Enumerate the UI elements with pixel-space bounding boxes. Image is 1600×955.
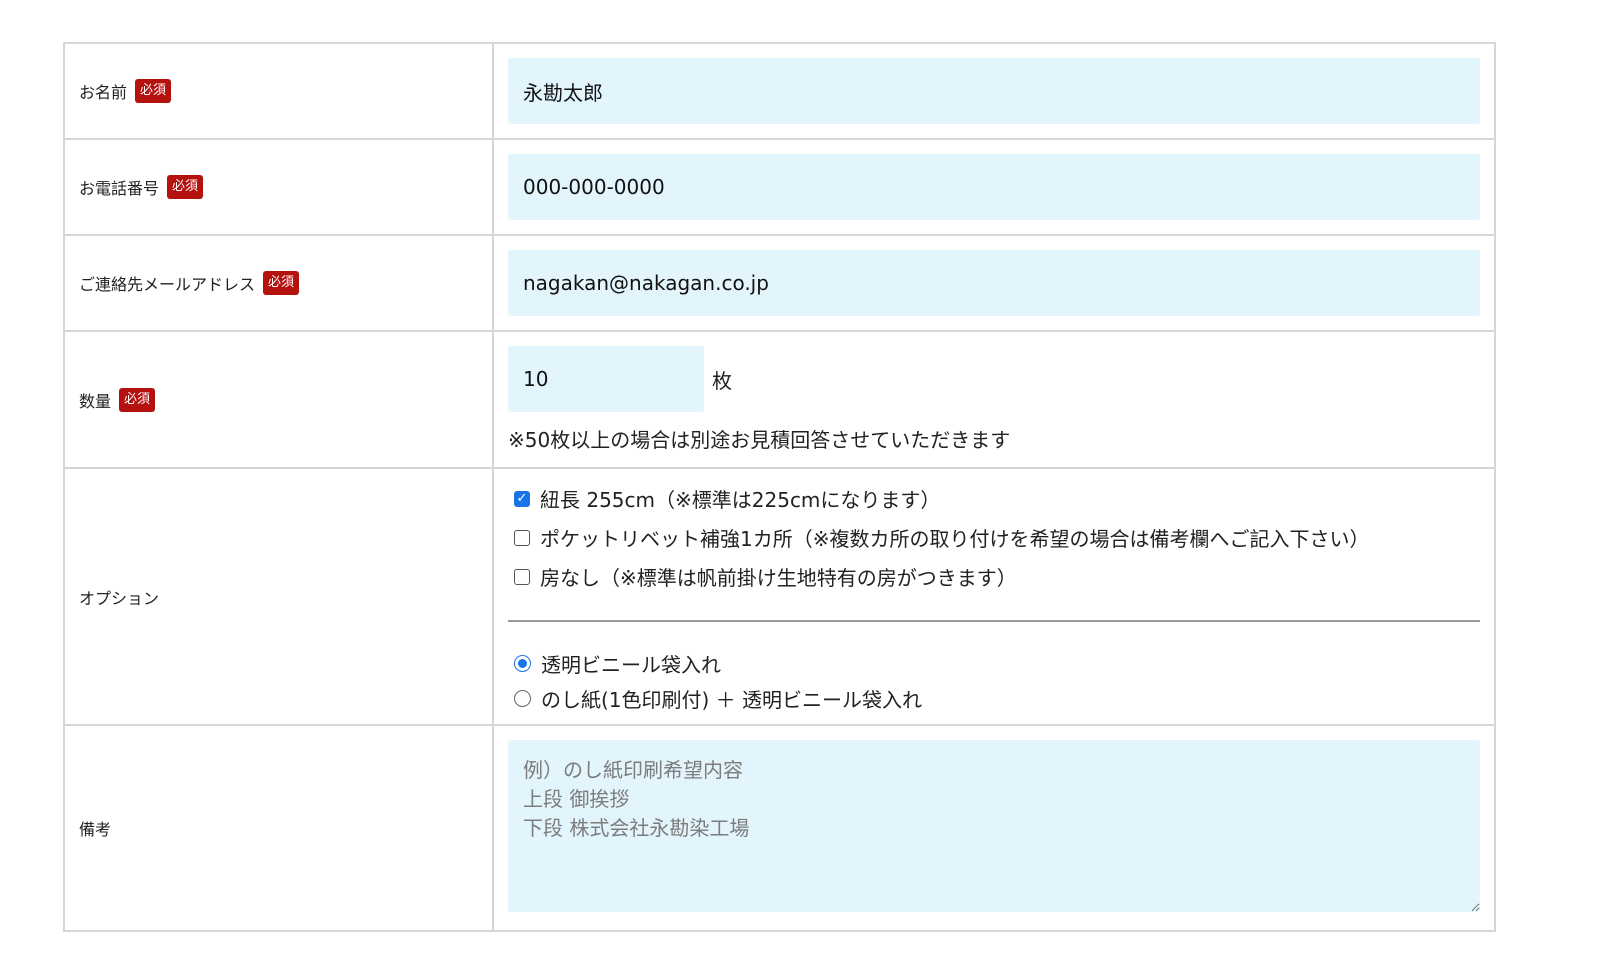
- required-badge: 必須: [167, 175, 204, 199]
- radio-icon[interactable]: [514, 690, 531, 707]
- name-value-cell: [492, 42, 1496, 140]
- email-label: ご連絡先メールアドレス: [79, 275, 256, 294]
- option-label: 房なし（※標準は帆前掛け生地特有の房がつきます）: [540, 566, 1017, 590]
- phone-label: お電話番号: [79, 179, 160, 198]
- checkbox-icon[interactable]: [514, 568, 530, 585]
- quantity-label-cell: 数量 必須: [63, 330, 494, 469]
- option-checkbox-list: ✓ 紐長 255cm（※標準は225cmになります） ポケットリベット補強1カ所…: [508, 477, 1480, 596]
- remarks-label-cell: 備考: [63, 724, 494, 932]
- remarks-textarea[interactable]: [508, 740, 1480, 912]
- name-label: お名前: [79, 83, 128, 102]
- phone-input[interactable]: [508, 154, 1480, 220]
- name-row: お名前 必須: [63, 42, 1496, 140]
- email-input[interactable]: [508, 250, 1480, 316]
- email-label-cell: ご連絡先メールアドレス 必須: [63, 234, 494, 332]
- option-long-string[interactable]: ✓ 紐長 255cm（※標準は225cmになります）: [508, 479, 1480, 518]
- name-input[interactable]: [508, 58, 1480, 124]
- quantity-input[interactable]: [508, 346, 704, 412]
- quantity-value-cell: 枚 ※50枚以上の場合は別途お見積回答させていただきます: [492, 330, 1496, 469]
- quantity-unit: 枚: [712, 368, 732, 393]
- quantity-note: ※50枚以上の場合は別途お見積回答させていただきます: [508, 428, 1011, 452]
- required-badge: 必須: [119, 387, 156, 412]
- option-label: ポケットリベット補強1カ所（※複数カ所の取り付けを希望の場合は備考欄へご記入下さ…: [540, 527, 1370, 551]
- remarks-row: 備考: [63, 724, 1496, 932]
- radio-selected-icon[interactable]: [514, 655, 531, 672]
- option-pocket-rivet[interactable]: ポケットリベット補強1カ所（※複数カ所の取り付けを希望の場合は備考欄へご記入下さ…: [508, 518, 1480, 557]
- checkbox-checked-icon[interactable]: ✓: [514, 490, 530, 507]
- email-row: ご連絡先メールアドレス 必須: [63, 234, 1496, 332]
- remarks-value-cell: [492, 724, 1496, 932]
- radio-noshi-paper[interactable]: のし紙(1色印刷付) ＋ 透明ビニール袋入れ: [508, 681, 1480, 716]
- name-label-cell: お名前 必須: [63, 42, 494, 140]
- options-divider: [508, 620, 1480, 622]
- remarks-label: 備考: [79, 820, 112, 839]
- option-label: 紐長 255cm（※標準は225cmになります）: [540, 488, 941, 512]
- phone-label-cell: お電話番号 必須: [63, 138, 494, 236]
- radio-plastic-bag[interactable]: 透明ビニール袋入れ: [508, 646, 1480, 681]
- options-label-cell: オプション: [63, 467, 494, 726]
- options-row: オプション ✓ 紐長 255cm（※標準は225cmになります） ポケットリベッ…: [63, 467, 1496, 726]
- quantity-label: 数量: [79, 391, 112, 411]
- option-radio-list: 透明ビニール袋入れ のし紙(1色印刷付) ＋ 透明ビニール袋入れ: [508, 646, 1480, 716]
- quantity-row: 数量 必須 枚 ※50枚以上の場合は別途お見積回答させていただきます: [63, 330, 1496, 469]
- options-label: オプション: [79, 588, 160, 608]
- required-badge: 必須: [263, 271, 300, 295]
- option-no-fringe[interactable]: 房なし（※標準は帆前掛け生地特有の房がつきます）: [508, 557, 1480, 596]
- checkbox-icon[interactable]: [514, 529, 530, 546]
- phone-row: お電話番号 必須: [63, 138, 1496, 236]
- order-form-table: お名前 必須 お電話番号 必須 ご連絡先メールアドレス 必須: [63, 42, 1496, 932]
- phone-value-cell: [492, 138, 1496, 236]
- radio-label: 透明ビニール袋入れ: [541, 653, 721, 677]
- required-badge: 必須: [135, 79, 172, 103]
- options-value-cell: ✓ 紐長 255cm（※標準は225cmになります） ポケットリベット補強1カ所…: [492, 467, 1496, 726]
- email-value-cell: [492, 234, 1496, 332]
- radio-label: のし紙(1色印刷付) ＋ 透明ビニール袋入れ: [541, 688, 923, 712]
